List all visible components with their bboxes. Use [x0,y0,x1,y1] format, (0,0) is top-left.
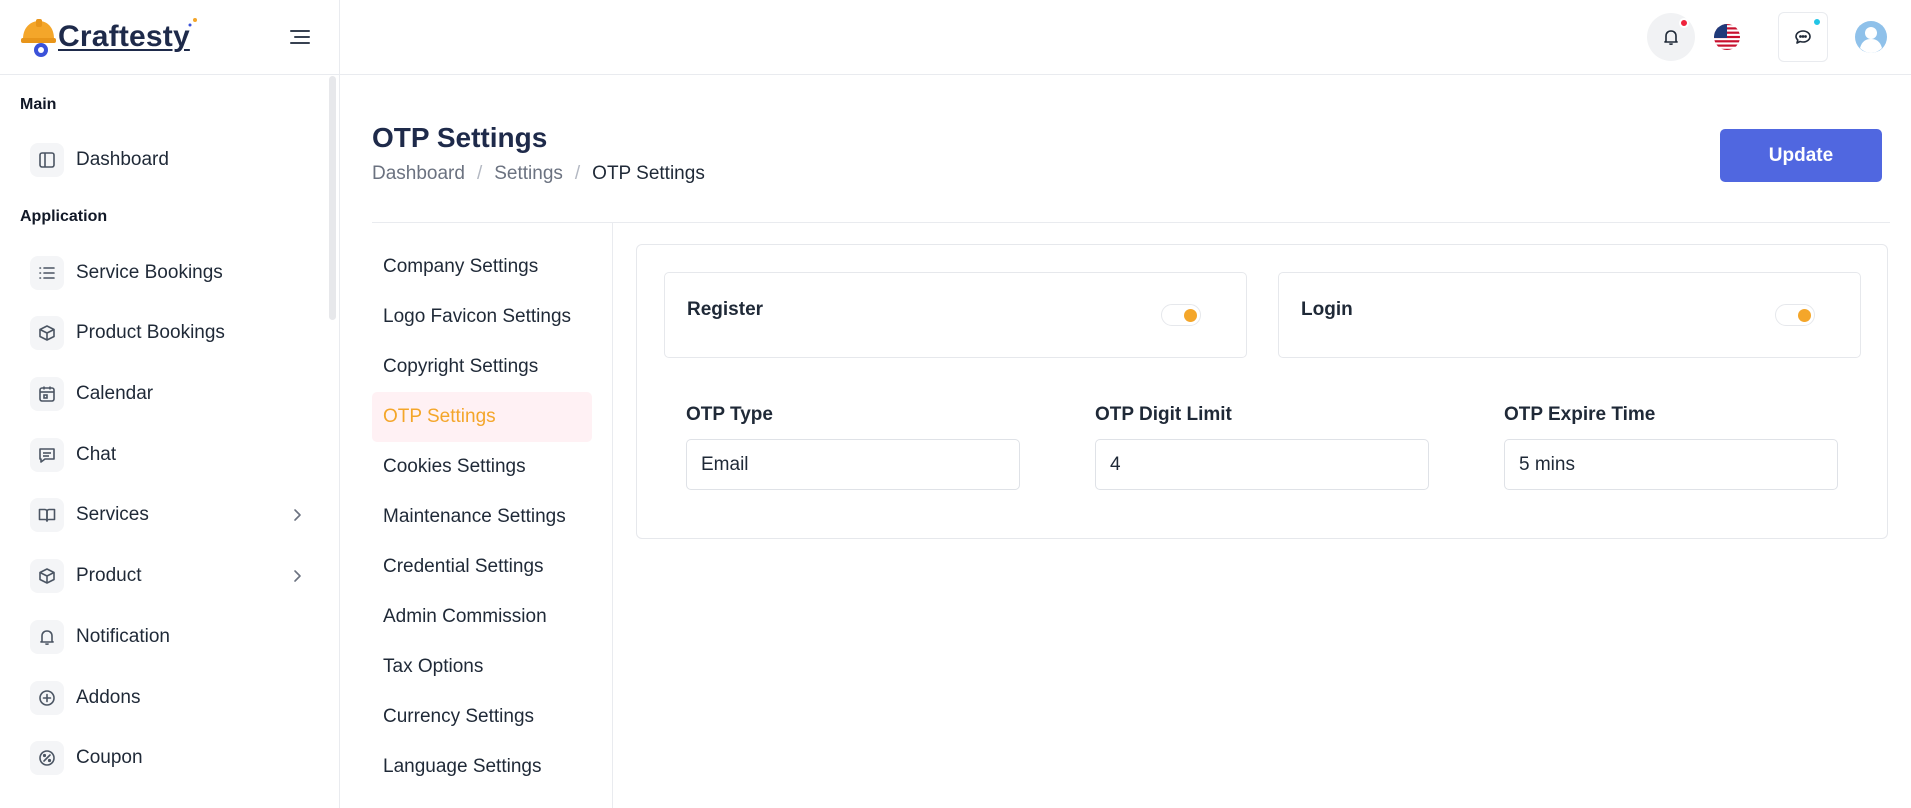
sidebar-item-label: Addons [76,687,141,708]
sidebar-item-label: Calendar [76,383,154,404]
sidebar-item-label: Dashboard [76,149,169,170]
notification-dot [1679,18,1689,28]
sidebar-item-label: Services [76,504,149,525]
box-icon [30,559,64,593]
settings-item-currency[interactable]: Currency Settings [372,692,592,742]
sidebar-scrollbar[interactable] [329,76,336,320]
user-avatar-icon [1855,21,1887,53]
box-icon [30,316,64,350]
settings-item-credential[interactable]: Credential Settings [372,542,592,592]
sidebar-item-label: Product [76,565,142,586]
nav-section-application: Application [20,208,108,225]
logo[interactable]: Craftesty [20,16,198,58]
settings-item-tax-options[interactable]: Tax Options [372,642,592,692]
sparkle-icon [188,18,197,27]
settings-item-logo-favicon[interactable]: Logo Favicon Settings [372,292,592,342]
notifications-button[interactable] [1647,13,1695,61]
register-label: Register [687,299,764,320]
sidebar-item-addons[interactable]: Addons [30,678,305,718]
settings-item-admin-commission[interactable]: Admin Commission [372,592,592,642]
otp-type-input[interactable] [686,439,1020,490]
sidebar: Craftesty Main Dashboard Application Ser… [0,0,340,808]
menu-toggle-icon[interactable] [289,27,311,47]
otp-digit-limit-input[interactable] [1095,439,1429,490]
update-button[interactable]: Update [1720,129,1882,182]
otp-digit-limit-label: OTP Digit Limit [1095,404,1232,425]
sidebar-item-label: Chat [76,444,117,465]
otp-expire-time-label: OTP Expire Time [1504,404,1656,425]
us-flag-icon [1714,24,1740,50]
toggle-knob [1798,309,1811,322]
bell-icon [1664,30,1678,46]
chevron-right-icon [289,568,305,584]
settings-item-maintenance[interactable]: Maintenance Settings [372,492,592,542]
sidebar-item-dashboard[interactable]: Dashboard [30,140,305,180]
page-title: OTP Settings [372,122,548,153]
toggle-knob [1184,309,1197,322]
brand-header: Craftesty [0,0,339,75]
message-dot [1812,17,1822,27]
breadcrumb-settings[interactable]: Settings [494,163,563,185]
topbar [340,0,1911,75]
bell-icon [30,620,64,654]
settings-item-company[interactable]: Company Settings [372,242,592,292]
sidebar-item-chat[interactable]: Chat [30,435,305,475]
register-toggle-box: Register [664,272,1247,358]
sidebar-item-label: Coupon [76,747,143,768]
login-label: Login [1301,299,1353,320]
hardhat-logo-icon [20,17,56,57]
sidebar-item-calendar[interactable]: Calendar [30,374,305,414]
list-icon [30,256,64,290]
book-icon [30,498,64,532]
sidebar-item-service-bookings[interactable]: Service Bookings [30,253,305,293]
otp-expire-time-input[interactable] [1504,439,1838,490]
settings-item-cookies[interactable]: Cookies Settings [372,442,592,492]
settings-menu: Company Settings Logo Favicon Settings C… [372,223,613,808]
settings-item-otp[interactable]: OTP Settings [372,392,592,442]
sidebar-item-label: Notification [76,626,170,647]
nav-section-main: Main [20,96,57,113]
settings-item-copyright[interactable]: Copyright Settings [372,342,592,392]
otp-type-label: OTP Type [686,404,773,425]
otp-settings-card: Register Login OTP Type OTP Digit Limit … [636,244,1888,539]
calendar-icon [30,377,64,411]
plus-circle-icon [30,681,64,715]
breadcrumb-current: OTP Settings [592,163,705,184]
sidebar-item-notification[interactable]: Notification [30,617,305,657]
breadcrumb-separator: / [476,163,483,184]
user-avatar[interactable] [1847,13,1895,61]
sidebar-item-label: Product Bookings [76,322,225,343]
chat-icon [1795,30,1811,44]
breadcrumb: Dashboard / Settings / OTP Settings [372,163,705,185]
login-toggle[interactable] [1775,304,1815,326]
chevron-right-icon [289,507,305,523]
sidebar-item-product[interactable]: Product [30,556,305,596]
language-button[interactable] [1703,13,1751,61]
layout-icon [30,143,64,177]
sidebar-item-services[interactable]: Services [30,495,305,535]
sidebar-item-coupon[interactable]: Coupon [30,738,305,778]
breadcrumb-dashboard[interactable]: Dashboard [372,163,465,185]
breadcrumb-separator: / [574,163,581,184]
coupon-icon [30,741,64,775]
login-toggle-box: Login [1278,272,1861,358]
sidebar-item-label: Service Bookings [76,262,223,283]
register-toggle[interactable] [1161,304,1201,326]
brand-name: Craftesty [58,20,190,53]
sidebar-item-product-bookings[interactable]: Product Bookings [30,313,305,353]
messages-button[interactable] [1778,12,1828,62]
settings-item-language[interactable]: Language Settings [372,742,592,792]
chat-icon [30,438,64,472]
